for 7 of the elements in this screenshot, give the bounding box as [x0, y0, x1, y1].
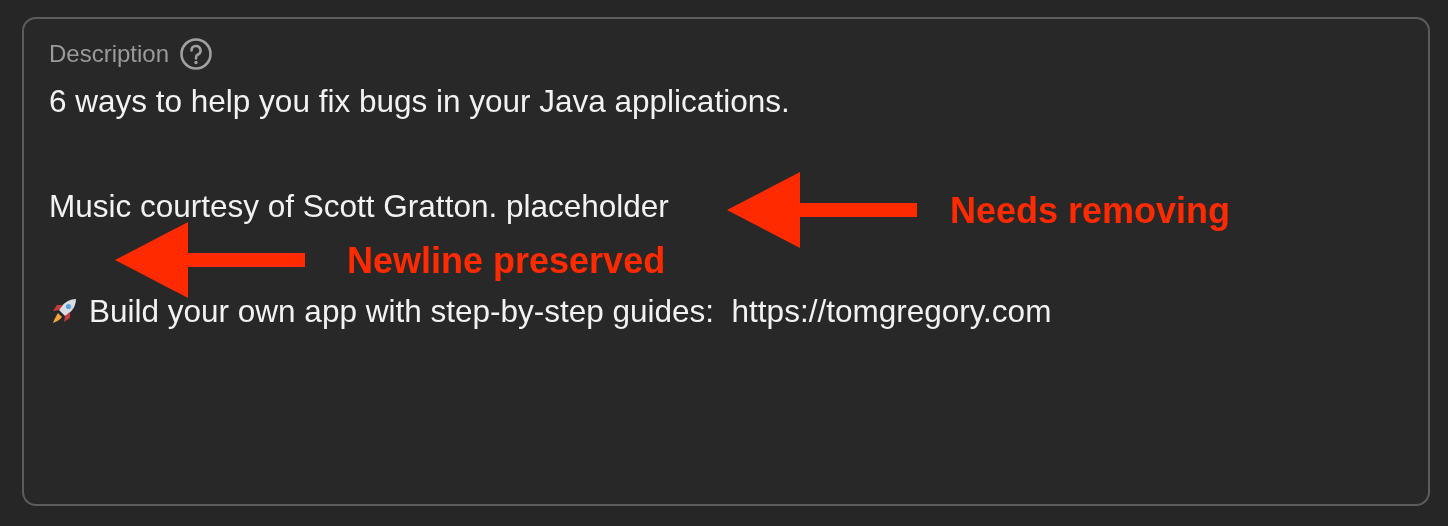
- annotation-text: Needs removing: [950, 190, 1231, 232]
- description-text: Music courtesy of Scott Gratton. placeholder: [49, 187, 669, 225]
- annotation-text: Newline preserved: [347, 240, 666, 282]
- field-label: Description: [49, 40, 170, 68]
- description-text: Build your own app with step-by-step guides: https://tomgregory.com: [89, 292, 1052, 330]
- help-icon[interactable]: [179, 37, 214, 71]
- description-text: 6 ways to help you fix bugs in your Java applications.: [49, 82, 790, 120]
